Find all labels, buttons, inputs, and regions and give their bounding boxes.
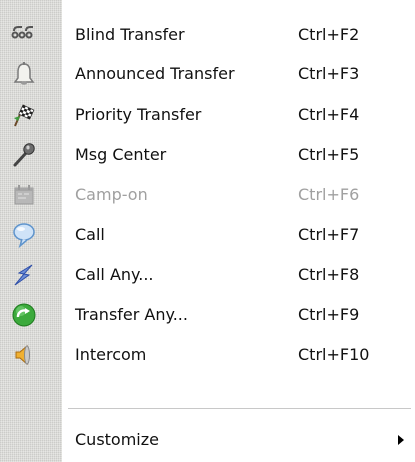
menu-item-shortcut: Ctrl+F8 xyxy=(298,265,360,284)
menu-item-label: Transfer Any... xyxy=(75,305,188,324)
menu-separator xyxy=(68,408,411,409)
menu-item-label: Customize xyxy=(75,430,159,449)
bell-icon xyxy=(10,60,38,88)
menu-item-shortcut: Ctrl+F7 xyxy=(298,225,360,244)
menu-item-shortcut: Ctrl+F9 xyxy=(298,305,360,324)
menu-item-shortcut: Ctrl+F10 xyxy=(298,345,370,364)
menu-item-label: Announced Transfer xyxy=(75,64,235,83)
menu-item-transfer-any[interactable]: Transfer Any... Ctrl+F9 xyxy=(0,295,415,335)
blind-transfer-icon xyxy=(10,21,38,49)
menu-item-call-any[interactable]: Call Any... Ctrl+F8 xyxy=(0,255,415,295)
menu-item-label: Blind Transfer xyxy=(75,25,185,44)
menu-item-call[interactable]: Call Ctrl+F7 xyxy=(0,215,415,255)
menu-item-label: Msg Center xyxy=(75,145,167,164)
menu-item-shortcut: Ctrl+F5 xyxy=(298,145,360,164)
menu-item-label: Call xyxy=(75,225,105,244)
microphone-icon xyxy=(10,141,38,169)
menu-item-customize[interactable]: Customize xyxy=(0,420,415,460)
camp-on-icon xyxy=(10,181,38,209)
menu-item-intercom[interactable]: Intercom Ctrl+F10 xyxy=(0,335,415,375)
menu-item-msg-center[interactable]: Msg Center Ctrl+F5 xyxy=(0,135,415,175)
menu-item-priority-transfer[interactable]: Priority Transfer Ctrl+F4 xyxy=(0,95,415,135)
menu-item-shortcut: Ctrl+F6 xyxy=(298,185,360,204)
menu-item-shortcut: Ctrl+F4 xyxy=(298,105,360,124)
speaker-icon xyxy=(10,341,38,369)
checkered-flag-icon xyxy=(10,101,38,129)
menu-item-shortcut: Ctrl+F3 xyxy=(298,64,360,83)
menu-item-blind-transfer[interactable]: Blind Transfer Ctrl+F2 xyxy=(0,15,415,55)
menu-item-label: Camp-on xyxy=(75,185,148,204)
lightning-icon xyxy=(10,261,38,289)
menu-item-label: Intercom xyxy=(75,345,147,364)
context-menu: Blind Transfer Ctrl+F2 Announced Transfe… xyxy=(0,0,415,462)
chevron-right-icon xyxy=(398,435,404,445)
menu-item-label: Call Any... xyxy=(75,265,154,284)
menu-item-announced-transfer[interactable]: Announced Transfer Ctrl+F3 xyxy=(0,54,415,94)
menu-item-shortcut: Ctrl+F2 xyxy=(298,25,360,44)
menu-item-label: Priority Transfer xyxy=(75,105,202,124)
green-arrow-icon xyxy=(10,301,38,329)
speech-bubble-icon xyxy=(10,221,38,249)
menu-item-camp-on: Camp-on Ctrl+F6 xyxy=(0,175,415,215)
